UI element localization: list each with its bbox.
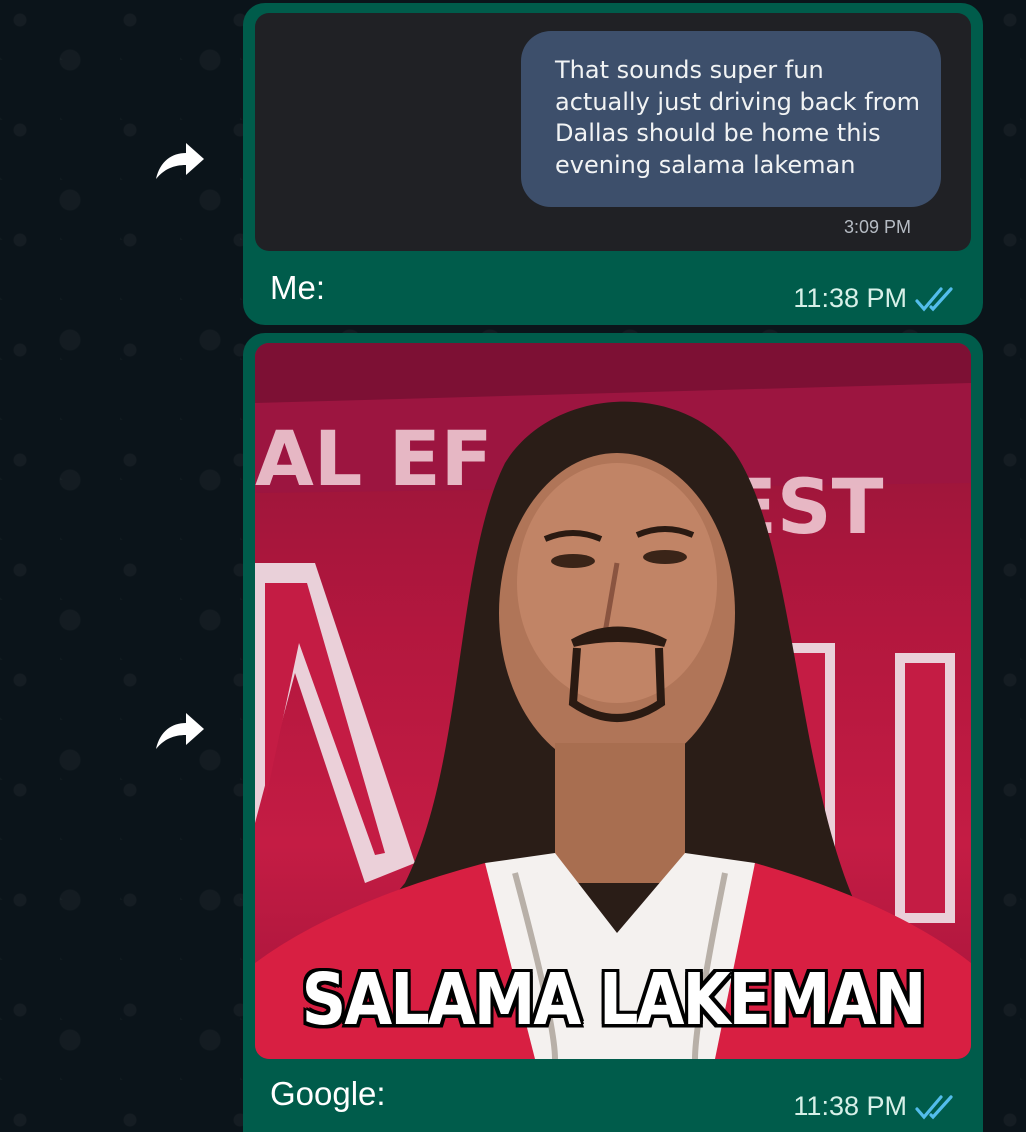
message-bubble[interactable]: AL EF EST SALAMA LAKEMAN Google: 11:38 P… [243, 333, 983, 1132]
meme-illustration: AL EF EST [255, 343, 971, 1059]
message-time: 11:38 PM [793, 1091, 907, 1121]
screenshot-message-bubble: That sounds super fun actually just driv… [521, 31, 941, 207]
double-check-icon [915, 1094, 953, 1119]
forward-button[interactable] [150, 706, 210, 756]
svg-text:AL EF: AL EF [255, 414, 493, 503]
screenshot-message-time: 3:09 PM [843, 217, 911, 237]
meme-caption: SALAMA LAKEMAN [301, 957, 927, 1042]
message-meta: 11:38 PM [793, 283, 957, 314]
forward-arrow-icon [156, 143, 204, 179]
double-check-icon [915, 286, 953, 311]
message-meta: 11:38 PM [793, 1091, 957, 1122]
forward-button[interactable] [150, 136, 210, 186]
forward-arrow-icon [156, 713, 204, 749]
meme-image[interactable]: AL EF EST SALAMA LAKEMAN [255, 343, 971, 1059]
attached-screenshot[interactable]: That sounds super fun actually just driv… [255, 13, 971, 251]
message-bubble[interactable]: That sounds super fun actually just driv… [243, 3, 983, 325]
screenshot-message-text: That sounds super fun actually just driv… [555, 56, 921, 179]
message-time: 11:38 PM [793, 283, 907, 313]
message-caption: Google: [270, 1075, 386, 1112]
message-caption: Me: [270, 269, 326, 306]
